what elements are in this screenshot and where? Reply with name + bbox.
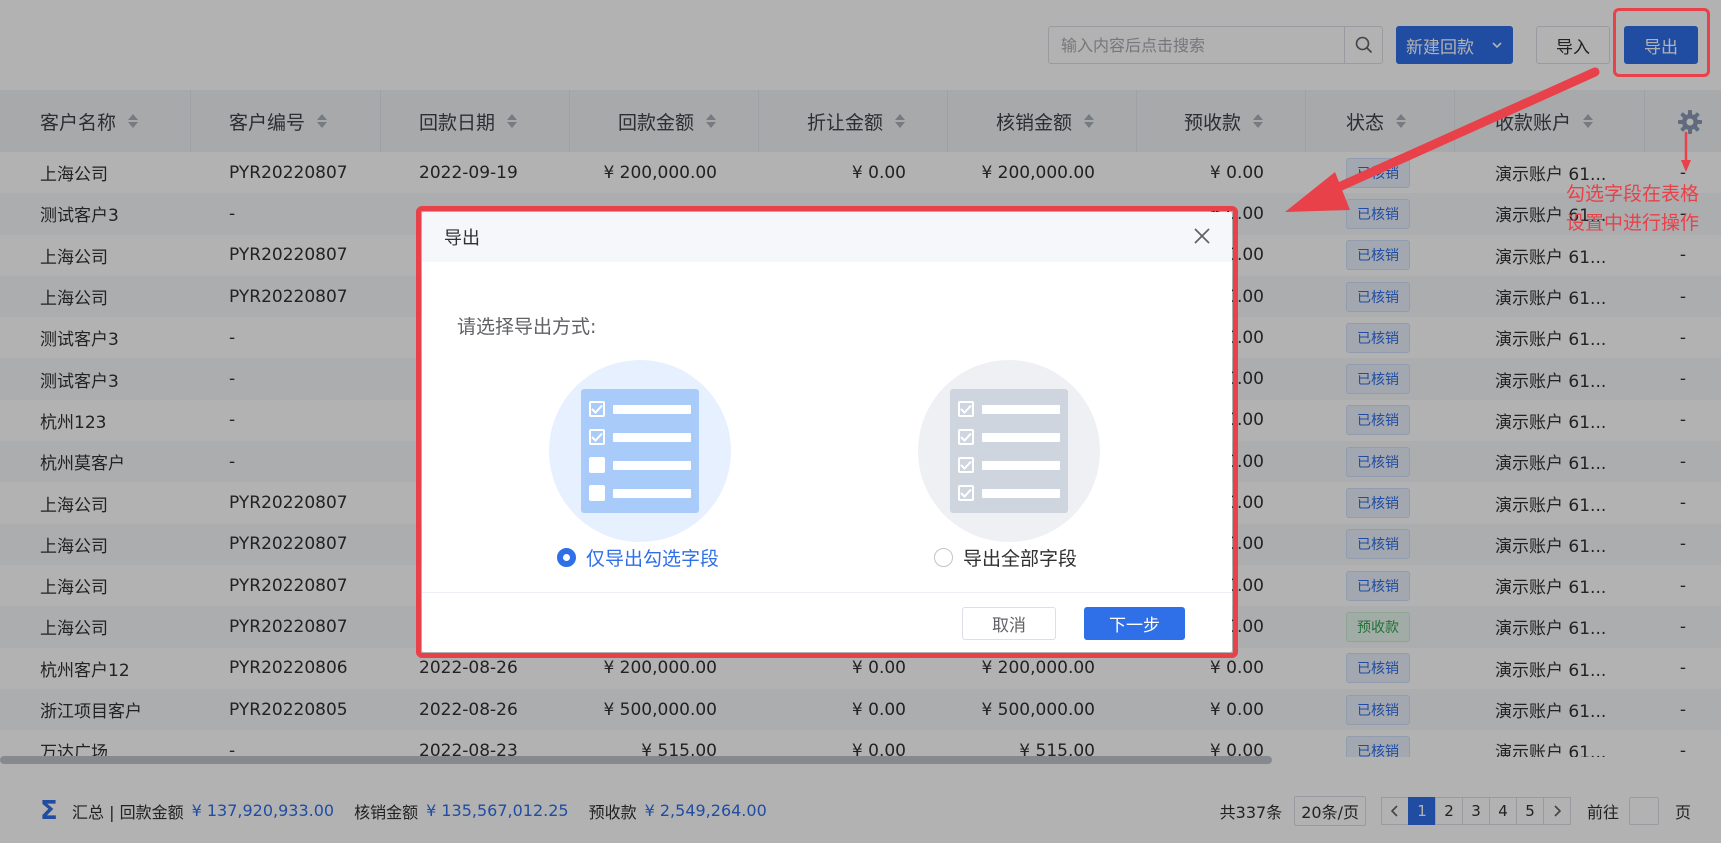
- radio-export-selected[interactable]: 仅导出勾选字段: [557, 544, 719, 571]
- radio-export-all[interactable]: 导出全部字段: [934, 544, 1077, 571]
- next-step-label: 下一步: [1109, 616, 1160, 636]
- dialog-header: 导出: [422, 212, 1232, 262]
- checklist-selected-icon: [581, 389, 699, 513]
- export-highlight-box: [1613, 8, 1710, 77]
- dialog-footer: 取消 下一步: [422, 592, 1232, 652]
- next-step-button[interactable]: 下一步: [1084, 607, 1185, 640]
- dialog-prompt: 请选择导出方式:: [457, 316, 597, 338]
- cancel-label: 取消: [992, 616, 1026, 636]
- close-icon[interactable]: [1192, 226, 1212, 246]
- annotation-text: 勾选字段在表格 设置中进行操作: [1566, 180, 1721, 238]
- radio-export-selected-label: 仅导出勾选字段: [586, 548, 720, 570]
- export-dialog: 导出 请选择导出方式: 仅导出勾选字段 导出全部字段 取消 下一步: [422, 212, 1232, 652]
- radio-dot-unchecked: [934, 548, 953, 567]
- checklist-all-icon: [950, 389, 1068, 513]
- radio-dot-checked: [557, 548, 576, 567]
- annotation-line-1: 勾选字段在表格: [1566, 183, 1700, 205]
- cancel-button[interactable]: 取消: [962, 607, 1056, 640]
- export-selected-option-card[interactable]: [549, 360, 731, 542]
- dialog-title: 导出: [444, 228, 480, 249]
- export-all-option-card[interactable]: [918, 360, 1100, 542]
- annotation-line-2: 设置中进行操作: [1566, 212, 1700, 234]
- radio-export-all-label: 导出全部字段: [963, 548, 1078, 570]
